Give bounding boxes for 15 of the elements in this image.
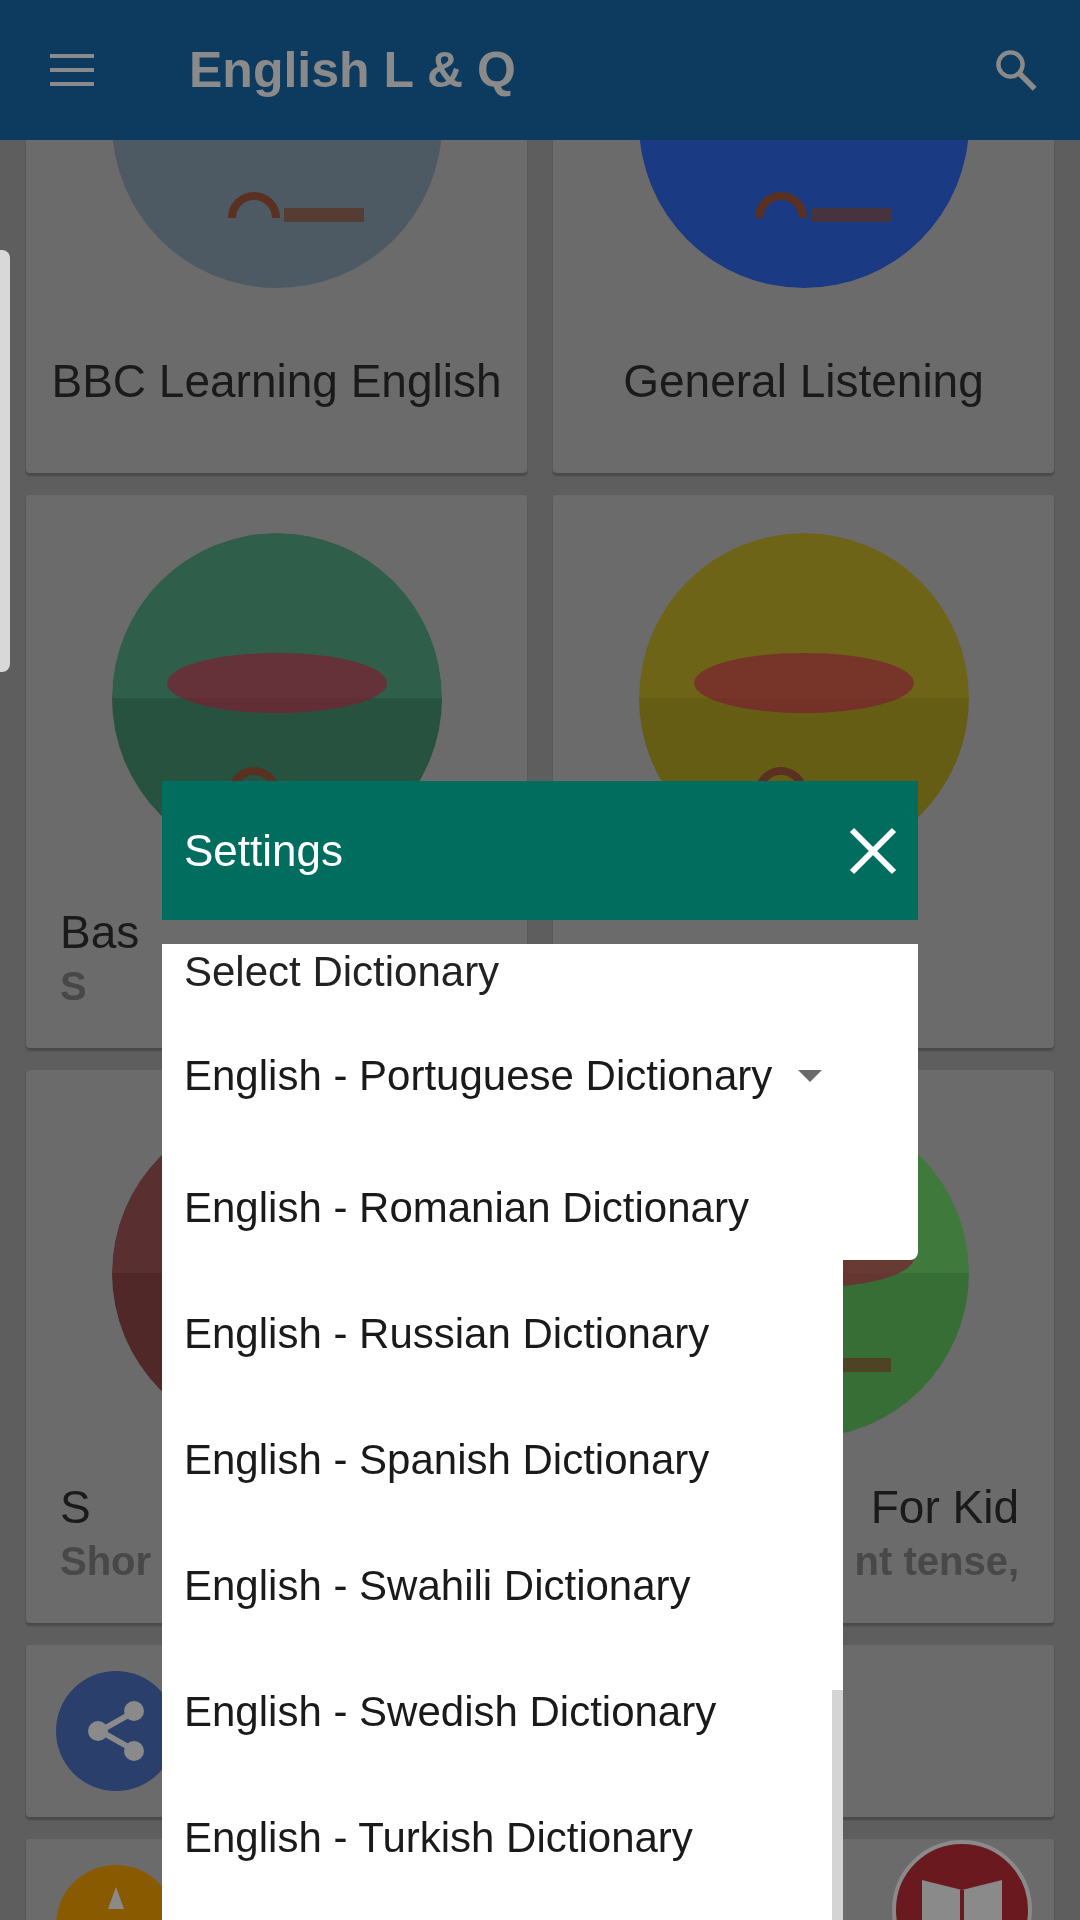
dictionary-option[interactable]: English - Swedish Dictionary	[162, 1649, 717, 1775]
dictionary-option[interactable]: English - Romanian Dictionary	[162, 1145, 749, 1271]
app-title: English L & Q	[189, 41, 517, 99]
card-title: Bas	[60, 904, 140, 960]
card-title: S	[60, 1479, 91, 1535]
dialog-title: Settings	[184, 825, 343, 876]
dictionary-option[interactable]: English - Turkish Dictionary	[162, 1775, 693, 1901]
dictionary-option[interactable]: English - Russian Dictionary	[162, 1271, 710, 1397]
dictionary-dropdown[interactable]: English - Portuguese Dictionary	[184, 1052, 823, 1100]
dictionary-option[interactable]: English - Swahili Dictionary	[162, 1523, 691, 1649]
field-label: Select Dictionary	[184, 947, 500, 997]
card-title: General Listening	[623, 353, 984, 409]
card-title: For Kid	[870, 1479, 1019, 1535]
card-title: BBC Learning English	[51, 353, 502, 409]
dictionary-option[interactable]: English - Spanish Dictionary	[162, 1397, 710, 1523]
